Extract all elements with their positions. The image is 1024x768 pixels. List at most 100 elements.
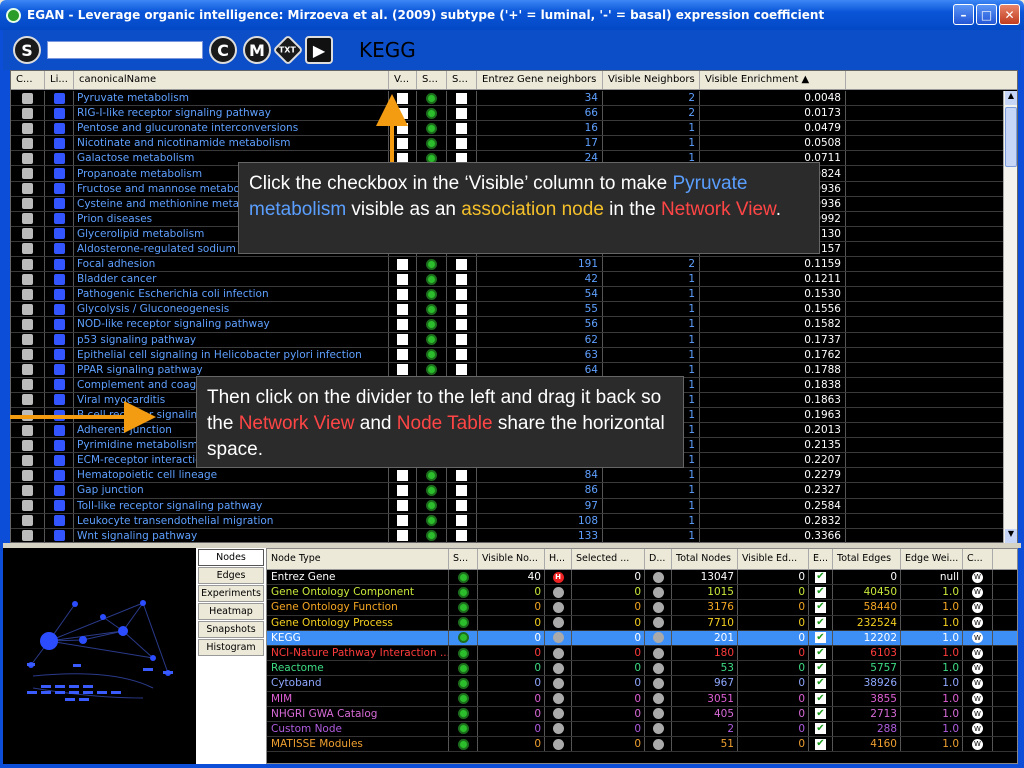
- link-cell[interactable]: [45, 438, 74, 453]
- link-cell[interactable]: [45, 347, 74, 362]
- check-icon[interactable]: ✔: [815, 632, 826, 644]
- visible-cell[interactable]: [389, 483, 417, 498]
- link-cell[interactable]: [45, 181, 74, 196]
- edge-checkbox-cell[interactable]: ✔: [809, 706, 833, 721]
- d-toggle-icon[interactable]: [652, 677, 664, 689]
- d-toggle-icon[interactable]: [652, 617, 664, 629]
- tab-nodes[interactable]: Nodes: [198, 549, 264, 566]
- link-icon[interactable]: [53, 228, 65, 240]
- hidden-cell[interactable]: [545, 737, 572, 752]
- d-toggle-icon[interactable]: [652, 571, 664, 583]
- edge-checkbox-cell[interactable]: ✔: [809, 676, 833, 691]
- table-row[interactable]: Epithelial cell signaling in Helicobacte…: [11, 347, 1005, 363]
- node-row[interactable]: Custom Node 0 0 2 0 ✔ 288 1.0 W: [267, 721, 1017, 738]
- check-icon[interactable]: ✔: [815, 617, 826, 629]
- link-icon[interactable]: [53, 394, 65, 406]
- select-checkbox[interactable]: [456, 318, 467, 330]
- hidden-toggle-icon[interactable]: [552, 601, 564, 613]
- visible-cell[interactable]: [389, 302, 417, 317]
- link-icon[interactable]: [53, 168, 65, 180]
- node-column-header[interactable]: E...: [809, 549, 833, 569]
- show-cell[interactable]: [449, 645, 478, 661]
- select-checkbox[interactable]: [456, 469, 467, 481]
- visible-checkbox[interactable]: [397, 469, 408, 481]
- link-cell[interactable]: [45, 332, 74, 347]
- table-row[interactable]: Leukocyte transendothelial migration 108 1…: [11, 513, 1005, 529]
- link-cell[interactable]: [45, 196, 74, 211]
- link-cell[interactable]: [45, 513, 74, 528]
- edge-checkbox-cell[interactable]: ✔: [809, 661, 833, 676]
- link-cell[interactable]: [45, 468, 74, 483]
- network-view[interactable]: [3, 548, 196, 764]
- link-cell[interactable]: [45, 136, 74, 151]
- table-row[interactable]: Pentose and glucuronate interconversions…: [11, 121, 1005, 137]
- d-toggle-icon[interactable]: [652, 662, 664, 674]
- select-cell[interactable]: [447, 317, 477, 332]
- select-cell[interactable]: [447, 302, 477, 317]
- link-cell[interactable]: [45, 272, 74, 287]
- table-row[interactable]: Gap junction 86 1 0.2327: [11, 483, 1005, 499]
- select-cell[interactable]: [447, 498, 477, 513]
- d-toggle-icon[interactable]: [652, 586, 664, 598]
- table-row[interactable]: NOD-like receptor signaling pathway 56 1 0.…: [11, 317, 1005, 333]
- select-cell[interactable]: [447, 121, 477, 136]
- show-icon[interactable]: [457, 586, 469, 598]
- visible-checkbox[interactable]: [397, 500, 408, 512]
- table-row[interactable]: Wnt signaling pathway 133 1 0.3366: [11, 528, 1005, 543]
- d-cell[interactable]: [645, 676, 672, 691]
- show-icon[interactable]: [457, 738, 469, 750]
- visible-cell[interactable]: [389, 362, 417, 377]
- color-picker-icon[interactable]: W: [972, 662, 983, 674]
- check-icon[interactable]: ✔: [815, 708, 826, 720]
- color-cell[interactable]: W: [963, 691, 993, 706]
- visible-cell[interactable]: [389, 106, 417, 121]
- select-cell[interactable]: [447, 347, 477, 362]
- link-icon[interactable]: [53, 92, 65, 104]
- select-cell[interactable]: [447, 91, 477, 106]
- show-cell[interactable]: [449, 676, 478, 691]
- scroll-thumb[interactable]: [1005, 107, 1017, 167]
- hidden-cell[interactable]: [545, 706, 572, 721]
- show-cell[interactable]: [449, 615, 478, 630]
- link-cell[interactable]: [45, 211, 74, 226]
- node-row[interactable]: KEGG 0 0 201 0 ✔ 12202 1.0 W: [267, 630, 1017, 646]
- check-icon[interactable]: ✔: [815, 647, 826, 659]
- link-icon[interactable]: [53, 152, 65, 164]
- node-column-header[interactable]: S...: [449, 549, 478, 569]
- visible-checkbox[interactable]: [397, 484, 408, 496]
- select-checkbox[interactable]: [456, 92, 467, 104]
- link-icon[interactable]: [53, 469, 65, 481]
- link-cell[interactable]: [45, 392, 74, 407]
- edge-checkbox-cell[interactable]: ✔: [809, 600, 833, 615]
- table-row[interactable]: Focal adhesion 191 2 0.1159: [11, 257, 1005, 273]
- tab-heatmap[interactable]: Heatmap: [198, 603, 264, 620]
- link-cell[interactable]: [45, 121, 74, 136]
- node-column-header[interactable]: Total Edges: [833, 549, 901, 569]
- color-picker-icon[interactable]: W: [972, 617, 983, 629]
- node-row[interactable]: Gene Ontology Function 0 0 3176 0 ✔ 58440 1.0 W: [267, 600, 1017, 616]
- visible-checkbox[interactable]: [397, 273, 408, 285]
- show-cell[interactable]: [449, 570, 478, 585]
- d-cell[interactable]: [645, 737, 672, 752]
- select-checkbox[interactable]: [456, 334, 467, 346]
- hidden-cell[interactable]: [545, 691, 572, 706]
- select-cell[interactable]: [447, 332, 477, 347]
- visible-cell[interactable]: [389, 272, 417, 287]
- edge-checkbox-cell[interactable]: ✔: [809, 615, 833, 630]
- tab-experiments[interactable]: Experiments: [198, 585, 264, 602]
- node-row[interactable]: Reactome 0 0 53 0 ✔ 5757 1.0 W: [267, 661, 1017, 677]
- table-row[interactable]: Glycolysis / Gluconeogenesis 55 1 0.1556: [11, 302, 1005, 318]
- column-header[interactable]: C...: [11, 71, 45, 89]
- close-button[interactable]: ✕: [999, 4, 1020, 25]
- show-cell[interactable]: [449, 661, 478, 676]
- link-cell[interactable]: [45, 453, 74, 468]
- link-cell[interactable]: [45, 106, 74, 121]
- node-column-header[interactable]: Node Type: [267, 549, 449, 569]
- visible-checkbox[interactable]: [397, 318, 408, 330]
- edge-checkbox-cell[interactable]: ✔: [809, 585, 833, 600]
- d-cell[interactable]: [645, 691, 672, 706]
- link-icon[interactable]: [53, 424, 65, 436]
- link-cell[interactable]: [45, 91, 74, 106]
- link-icon[interactable]: [53, 243, 65, 255]
- node-row[interactable]: MIM 0 0 3051 0 ✔ 3855 1.0 W: [267, 691, 1017, 707]
